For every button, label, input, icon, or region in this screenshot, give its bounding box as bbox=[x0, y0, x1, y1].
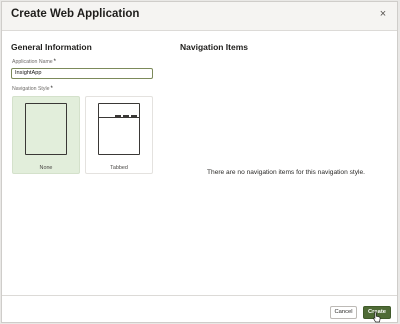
application-name-label: Application Name* bbox=[12, 59, 57, 65]
navigation-style-label: Navigation Style* bbox=[12, 86, 53, 92]
dialog-header: Create Web Application × bbox=[2, 2, 397, 31]
nav-style-tabbed-tile[interactable]: Tabbed bbox=[85, 96, 153, 174]
required-mark: * bbox=[53, 59, 57, 65]
dialog-footer-divider bbox=[2, 295, 397, 296]
application-name-input[interactable]: InsightApp bbox=[11, 68, 153, 79]
create-button[interactable]: Create bbox=[363, 306, 391, 319]
required-mark: * bbox=[50, 86, 53, 92]
navigation-items-empty-message: There are no navigation items for this n… bbox=[207, 169, 365, 176]
create-web-application-dialog: Create Web Application × General Informa… bbox=[1, 1, 398, 323]
nav-style-none-tile[interactable]: None bbox=[12, 96, 80, 174]
navigation-items-heading: Navigation Items bbox=[180, 42, 249, 52]
general-information-heading: General Information bbox=[11, 42, 92, 52]
nav-style-tabbed-label: Tabbed bbox=[110, 165, 128, 171]
close-icon[interactable]: × bbox=[377, 8, 389, 20]
tabbed-layout-preview-icon bbox=[98, 103, 140, 155]
none-layout-preview-icon bbox=[25, 103, 67, 155]
cancel-button[interactable]: Cancel bbox=[330, 306, 357, 319]
dialog-title: Create Web Application bbox=[11, 8, 140, 20]
nav-style-none-label: None bbox=[39, 165, 53, 171]
